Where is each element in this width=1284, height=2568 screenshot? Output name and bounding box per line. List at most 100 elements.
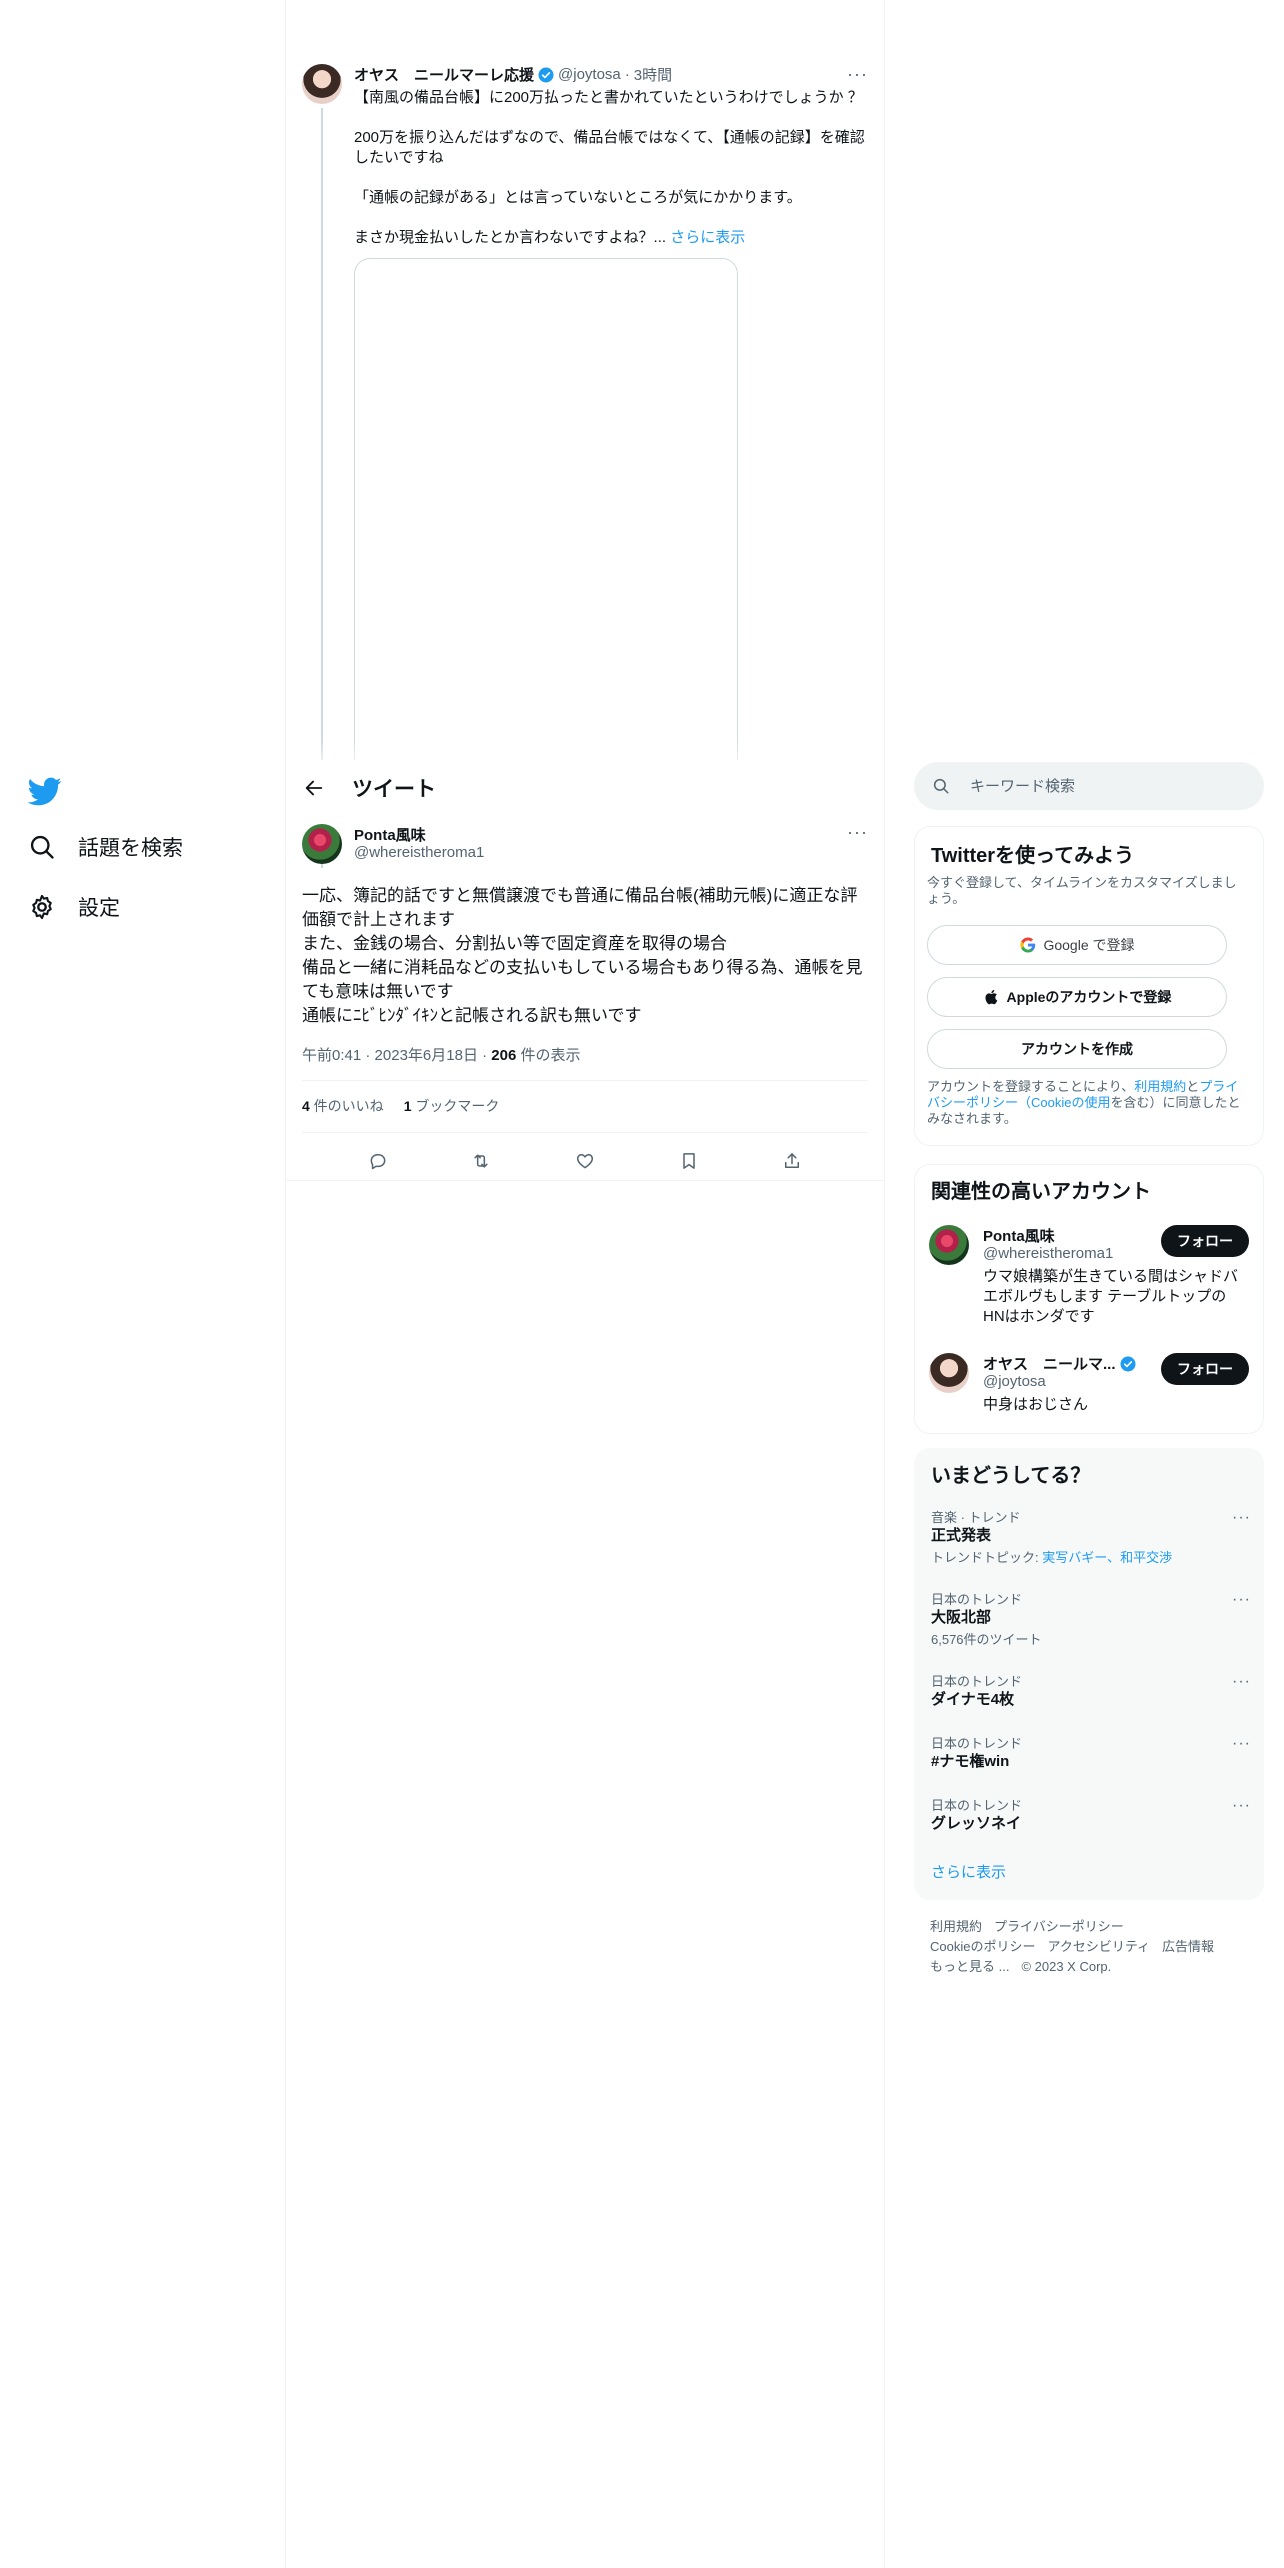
share-button[interactable] [775,1144,809,1178]
trends-title: いまどうしてる？ [931,1465,1091,1487]
footer-link[interactable]: もっと見る ... [930,1959,1009,1974]
divider [286,1180,884,1181]
tweet-meta: 午前0:41 · 2023年6月18日 · 206 件の表示 [302,1044,581,1065]
search-input[interactable] [970,777,1250,795]
terms-link[interactable]: 利用規約 [1134,1079,1186,1094]
footer-link[interactable]: プライバシーポリシー [994,1919,1124,1934]
signup-panel: Twitterを使ってみよう 今すぐ登録して、タイムラインをカスタマイズしましょ… [914,826,1264,1146]
related-accounts-panel: 関連性の高いアカウント Ponta風味 @whereistheroma1 ウマ娘… [914,1164,1264,1434]
reply-button[interactable] [361,1144,395,1178]
views-count: 206 [491,1047,517,1064]
tweet-time[interactable]: 3時間 [634,64,672,85]
signup-title: Twitterを使ってみよう [931,845,1135,867]
page-header: ツイート [286,760,884,816]
gear-icon [32,894,52,920]
author-handle[interactable]: @whereistheroma1 [354,844,484,861]
footer-link[interactable]: 広告情報 [1162,1939,1214,1954]
media-card[interactable] [354,258,738,818]
follow-button[interactable]: フォロー [1161,1225,1249,1257]
tweet-line: 通帳にﾆﾋﾞﾋﾝﾀﾞｲｷﾝと記帳される訳も無いです [302,1006,642,1025]
tweet-actions [286,1144,884,1178]
footer-link[interactable]: アクセシビリティ [1047,1939,1150,1954]
author-name[interactable]: Ponta風味 [354,824,426,845]
back-arrow-icon [305,780,323,796]
trend-name: ダイナモ4枚 [931,1691,1015,1708]
nav-item-label: 設定 [78,897,120,920]
back-button[interactable] [296,770,332,806]
more-icon[interactable]: ··· [1232,1673,1251,1691]
nav-item-settings[interactable]: 設定 [28,892,120,922]
more-icon[interactable]: ··· [847,822,868,843]
right-column-divider [884,0,885,2568]
avatar[interactable] [929,1353,969,1393]
tweet-line: 備品と一緒に消耗品などの支払いもしている場合もあり得る為、通帳を見ても意味は無い… [302,958,863,1001]
google-signup-label: Google で登録 [1043,937,1135,953]
tweet-time[interactable]: 午前0:41 [302,1047,361,1064]
tweet-line: また、金銭の場合、分割払い等で固定資産を取得の場合 [302,934,727,953]
nav-item-label: 話題を検索 [78,837,183,860]
more-icon[interactable]: ··· [1232,1735,1251,1753]
show-more-link[interactable]: さらに表示 [931,1861,1006,1882]
nav-item-explore[interactable]: 話題を検索 [28,832,183,862]
tweet-paragraph: 200万を振り込んだはずなので、備品台帳ではなくて、【通帳の記録】を確認したいで… [354,129,865,166]
footer-link[interactable]: Cookieのポリシー [930,1939,1035,1954]
footer-link[interactable]: 利用規約 [930,1919,982,1934]
account-bio: ウマ娘構築が生きている間はシャドバエボルヴもします テーブルトップのHNはホンダ… [983,1268,1239,1325]
tweet-header: オヤス ニールマーレ応援 @joytosa · 3時間 ··· [354,64,868,85]
more-icon[interactable]: ··· [1232,1591,1251,1609]
tweet-paragraph-text: まさか現金払いしたとか言わないですよね？... [354,229,667,246]
trend-name: 正式発表 [931,1527,992,1544]
signup-description: 今すぐ登録して、タイムラインをカスタマイズしましょう。 [927,875,1237,906]
like-button[interactable] [568,1144,602,1178]
search-icon [30,835,54,859]
tweet-date[interactable]: 2023年6月18日 [375,1047,478,1064]
retweet-button[interactable] [464,1144,498,1178]
more-icon[interactable]: ··· [847,64,868,85]
avatar[interactable] [302,824,342,864]
like-icon [576,1154,594,1169]
avatar[interactable] [302,64,342,104]
tweet-text: 【南風の備品台帳】に200万払ったと書かれていたというわけでしょうか ？ 200… [354,88,868,248]
legal-text: と [1186,1079,1200,1094]
bookmarks-stat[interactable]: 1 ブックマーク [404,1096,500,1116]
search-bar[interactable] [914,762,1264,810]
views-label: 件の表示 [516,1047,581,1064]
author-name[interactable]: オヤス ニールマーレ応援 [354,64,534,85]
trend-tweet-count: 6,576件のツイート [931,1632,1042,1647]
account-handle: @joytosa [983,1373,1046,1390]
google-icon [1020,937,1036,953]
main-column: オヤス ニールマーレ応援 @joytosa · 3時間 ··· 【南風の備品台帳… [286,0,884,2568]
reply-icon [370,1154,386,1170]
verified-badge-icon [538,67,554,82]
bookmark-button[interactable] [672,1144,706,1178]
likes-stat[interactable]: 4 件のいいね [302,1096,384,1116]
divider [302,1080,868,1081]
avatar[interactable] [929,1225,969,1265]
account-handle: @whereistheroma1 [983,1245,1114,1262]
show-more-link[interactable]: さらに表示 [670,229,745,246]
tweet-paragraph: 【南風の備品台帳】に200万払ったと書かれていたというわけでしょうか ？ [354,89,863,106]
signup-legal-text: アカウントを登録することにより、利用規約とプライバシーポリシー（Cookieの使… [927,1079,1249,1127]
follow-button[interactable]: フォロー [1161,1353,1249,1385]
more-icon[interactable]: ··· [1232,1797,1251,1815]
divider [302,1132,868,1133]
google-signup-button[interactable]: Google で登録 [927,925,1227,965]
separator-dot: · [624,66,630,83]
twitter-logo-icon[interactable] [28,774,62,808]
bookmarks-label: ブックマーク [411,1098,500,1114]
retweet-icon [474,1154,488,1168]
author-handle[interactable]: @joytosa [558,66,621,83]
trend-topics-link[interactable]: 実写バギー、和平交渉 [1042,1550,1172,1565]
apple-signup-button[interactable]: Appleのアカウントで登録 [927,977,1227,1017]
separator-dot: · [361,1047,375,1064]
related-title: 関連性の高いアカウント [931,1181,1151,1203]
create-account-button[interactable]: アカウントを作成 [927,1029,1227,1069]
account-name[interactable]: Ponta風味 [983,1225,1055,1246]
account-name-row[interactable]: オヤス ニールマ... [983,1353,1140,1374]
apple-signup-label: Appleのアカウントで登録 [1006,989,1172,1005]
apple-icon [985,989,997,1005]
copyright: © 2023 X Corp. [1021,1959,1112,1974]
likes-label: 件のいいね [309,1098,384,1114]
search-icon [933,778,949,794]
more-icon[interactable]: ··· [1232,1509,1251,1527]
